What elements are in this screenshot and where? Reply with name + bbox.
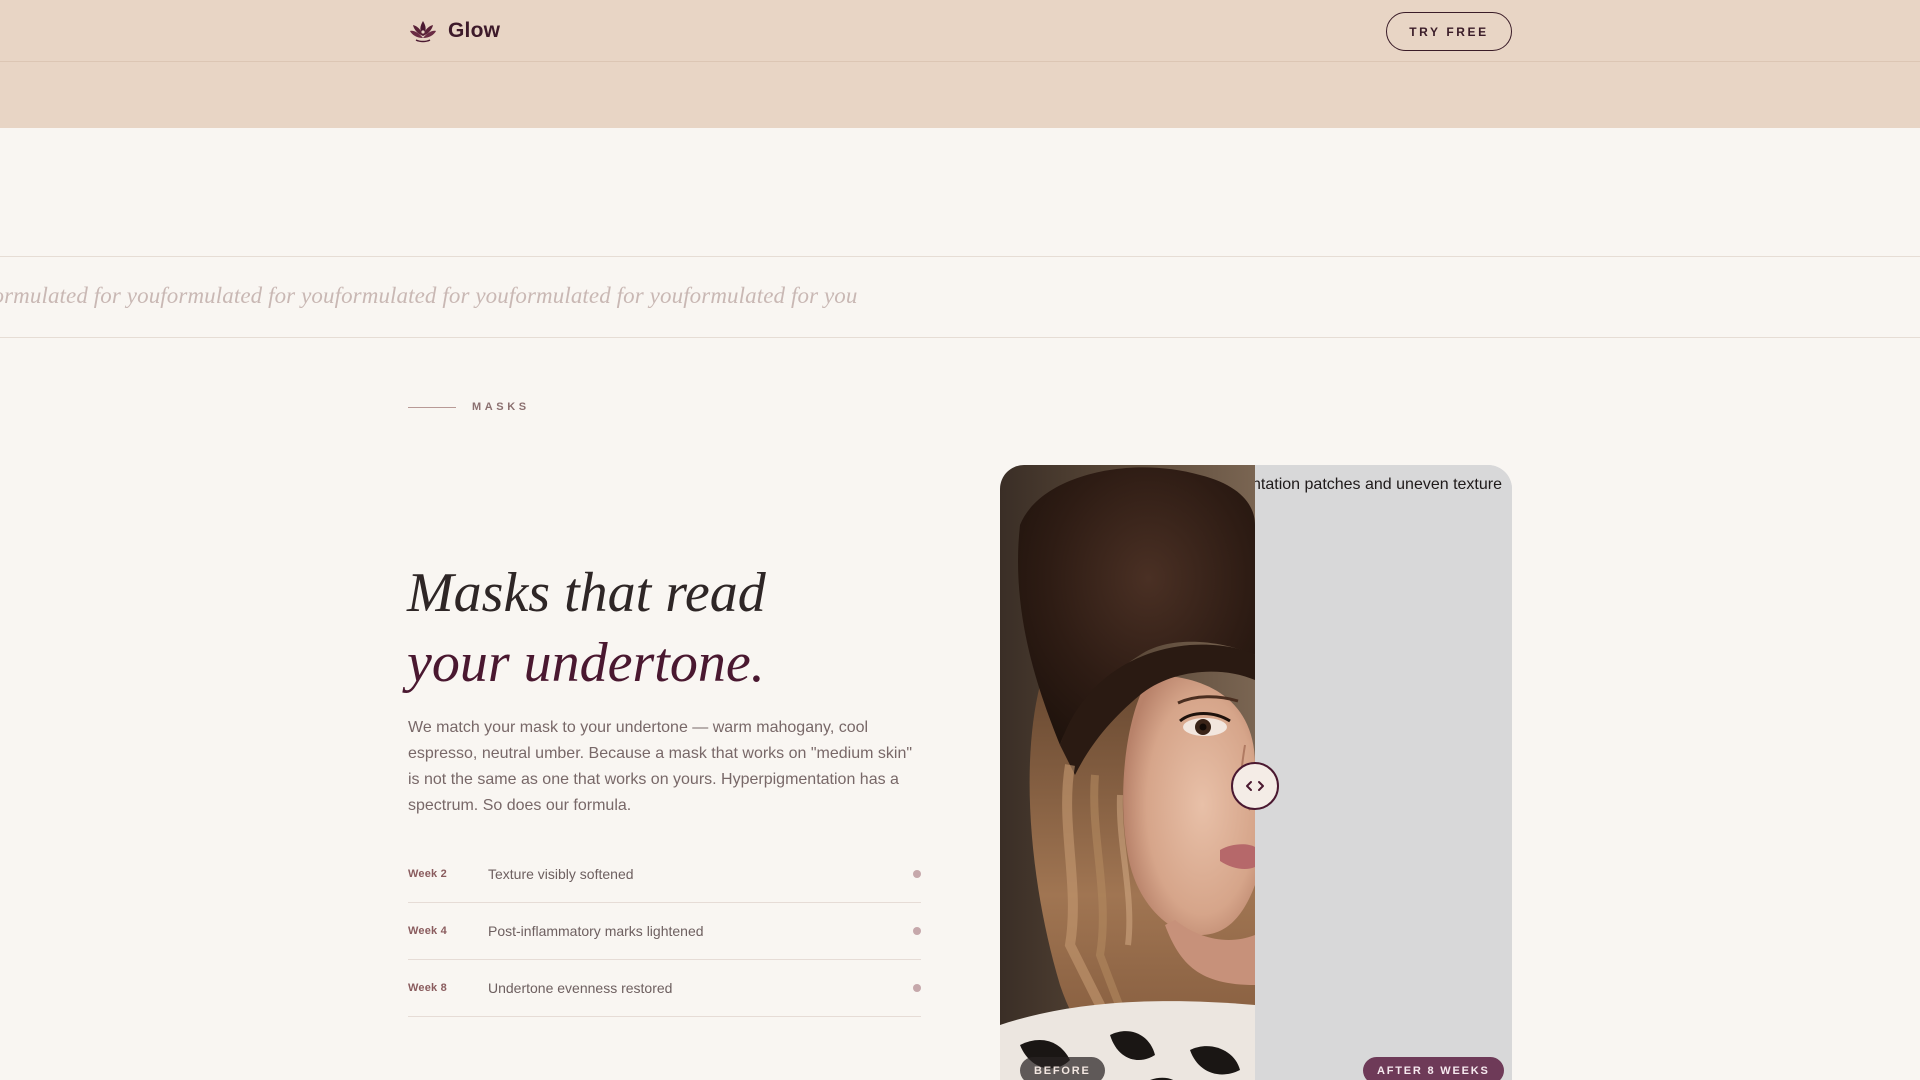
lotus-icon [410,21,436,43]
site-header: Glow TRY FREE [0,0,1920,128]
eyebrow-divider [408,406,456,408]
timeline-row: Week 8 Undertone evenness restored [408,960,921,1017]
portrait-illustration [1000,465,1255,1080]
slider-handle[interactable] [1231,762,1279,810]
timeline-week: Week 2 [408,868,447,880]
section-label: MASKS [472,401,530,413]
timeline-week: Week 4 [408,925,447,937]
headline-line-1: Masks that read [407,562,766,624]
marquee-item: formulated for you [0,283,161,308]
results-timeline: Week 2 Texture visibly softened Week 4 P… [408,846,921,1017]
section-headline: Masks that read your undertone. [407,558,967,698]
timeline-dot [913,984,921,992]
after-image-alt: ntation patches and uneven texture [1255,465,1512,505]
timeline-dot [913,870,921,878]
marquee-track: formulated for you formulated for you fo… [0,283,857,309]
after-badge: AFTER 8 WEEKS [1363,1057,1504,1080]
after-image [1255,465,1512,1080]
timeline-desc: Texture visibly softened [488,866,634,882]
header-bar: Glow TRY FREE [0,0,1920,62]
section-eyebrow: MASKS [408,401,530,413]
timeline-desc: Undertone evenness restored [488,980,673,996]
timeline-week: Week 8 [408,982,447,994]
brand-name: Glow [448,19,501,42]
timeline-dot [913,927,921,935]
headline-line-2: your undertone. [407,632,765,694]
after-image-alt-text: ntation patches and uneven texture [1255,476,1502,493]
try-free-button[interactable]: TRY FREE [1386,12,1512,51]
before-image [1000,465,1255,1080]
section-body: We match your mask to your undertone — w… [408,719,913,814]
timeline-desc: Post-inflammatory marks lightened [488,923,704,939]
marquee-item: formulated for you [683,283,858,308]
compare-arrows-icon [1246,781,1264,791]
page: Glow TRY FREE formulated for you formula… [0,0,1920,1080]
timeline-row: Week 2 Texture visibly softened [408,846,921,903]
marquee-strip: formulated for you formulated for you fo… [0,256,1920,338]
before-after-slider[interactable]: ntation patches and uneven texture BEFOR… [1000,465,1512,1080]
timeline-row: Week 4 Post-inflammatory marks lightened [408,903,921,960]
marquee-item: formulated for you [160,283,335,308]
brand-logo[interactable]: Glow [408,17,500,45]
marquee-item: formulated for you [334,283,509,308]
marquee-item: formulated for you [508,283,684,308]
before-badge: BEFORE [1020,1057,1105,1080]
